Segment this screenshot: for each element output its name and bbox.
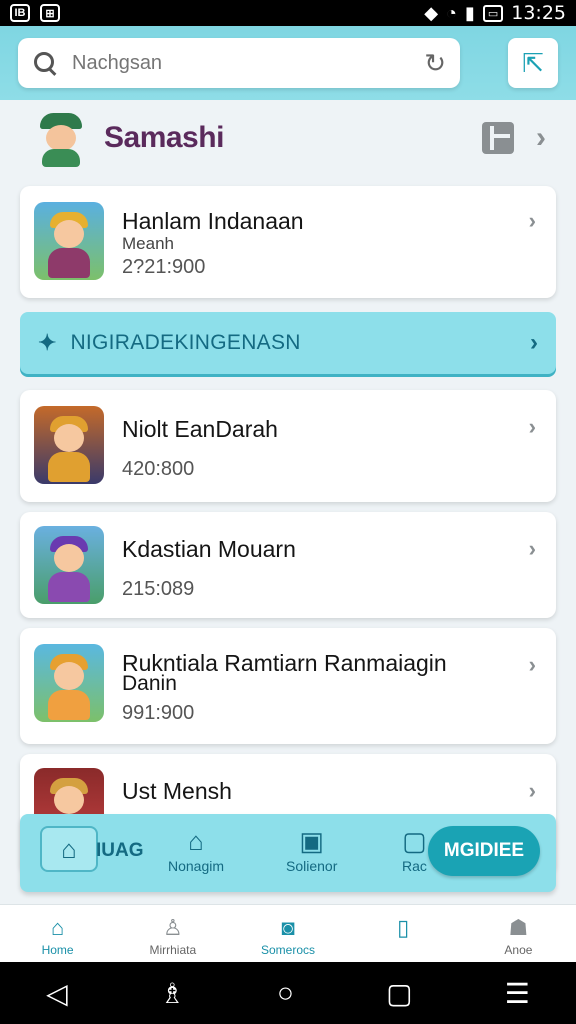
game-thumbnail <box>34 526 104 604</box>
list-item[interactable]: Niolt EanDarah 420:800 › <box>20 390 556 502</box>
nav-book[interactable]: ▯ <box>346 905 461 962</box>
wifi-icon: ◔ <box>446 2 457 23</box>
tab-label: Nonagim <box>168 858 225 874</box>
signal-icon: ▮ <box>464 2 475 23</box>
item-title: Ust Mensh <box>122 778 232 804</box>
category-banner[interactable]: ✦ NIGIRADEKINGENASN › <box>20 312 556 374</box>
tab-solienor[interactable]: ▣ Solienor <box>286 826 337 874</box>
home-button[interactable]: ⌂ <box>40 826 98 872</box>
action-pill-button[interactable]: MGIDIEE <box>428 826 540 876</box>
clock: 13:25 <box>511 2 566 24</box>
profile-name: Samashi <box>104 121 224 154</box>
nav-label: Mirrhiata <box>149 943 197 957</box>
list-view-icon[interactable] <box>482 122 514 154</box>
game-thumbnail <box>34 644 104 722</box>
avatar <box>36 109 86 167</box>
nav-label: Home <box>41 943 74 957</box>
refresh-icon[interactable]: ↻ <box>424 48 446 79</box>
game-thumbnail <box>34 202 104 280</box>
bottom-nav: ⌂ Home ♙ Mirrhiata ◙ Somerocs ▯ ☗ Anoe <box>0 904 576 962</box>
nav-home[interactable]: ⌂ Home <box>0 905 115 962</box>
system-nav-bar: ◁ ♗ ○ ▢ ☰ <box>0 962 576 1024</box>
share-icon: ⇱ <box>522 47 544 78</box>
nav-anoe[interactable]: ☗ Anoe <box>461 905 576 962</box>
home-icon: ⌂ <box>188 826 204 856</box>
battery-icon: ▭ <box>482 4 504 22</box>
face-icon: ◙ <box>281 915 295 940</box>
home-circle-icon[interactable]: ○ <box>277 977 294 1009</box>
chevron-right-icon: › <box>528 414 536 439</box>
nav-mirrhiata[interactable]: ♙ Mirrhiata <box>115 905 230 962</box>
home-label: IUAG <box>96 840 144 861</box>
recents-icon[interactable]: ▢ <box>386 977 412 1010</box>
item-title: Niolt EanDarah <box>122 416 278 442</box>
item-number: 215:089 <box>122 578 195 600</box>
item-title: Kdastian Mouarn <box>122 536 296 562</box>
chevron-right-icon: › <box>528 778 536 803</box>
item-subtitle: Meanh <box>122 234 174 253</box>
gallery-icon: ⊞ <box>40 4 60 22</box>
chevron-right-icon: › <box>528 208 536 233</box>
tab-rac[interactable]: ▢ Rac <box>402 826 427 874</box>
list-item[interactable]: Hanlam Indanaan Meanh 2?21:900 › <box>20 186 556 298</box>
nav-label: Anoe <box>504 943 533 957</box>
tab-nonagim[interactable]: ⌂ Nonagim <box>168 826 224 874</box>
search-input[interactable] <box>72 51 392 75</box>
profile-row[interactable]: Samashi › <box>0 100 576 176</box>
banner-label: NIGIRADEKINGENASN <box>70 331 301 354</box>
tab-label: Solienor <box>286 858 338 874</box>
nav-somerocs[interactable]: ◙ Somerocs <box>230 905 345 962</box>
user-icon: ☗ <box>508 915 529 940</box>
item-number: 991:900 <box>122 702 195 724</box>
home-icon: ⌂ <box>61 833 77 864</box>
assistant-icon[interactable]: ♗ <box>160 977 185 1010</box>
notification-icon: IB <box>10 4 30 22</box>
location-icon: ◆ <box>424 2 439 23</box>
search-bar[interactable]: ↻ <box>18 38 460 88</box>
list-item[interactable]: Rukntiala Ramtiarn Ranmaiagin Danin 991:… <box>20 628 556 744</box>
floating-tab-bar: ⌂ IUAG ⌂ Nonagim ▣ Solienor ▢ Rac MGIDIE… <box>20 814 556 892</box>
nav-label: Somerocs <box>260 943 316 957</box>
share-button[interactable]: ⇱ <box>508 38 558 88</box>
chat-icon: ▣ <box>299 826 324 856</box>
game-thumbnail <box>34 406 104 484</box>
list-item[interactable]: Kdastian Mouarn 215:089 › <box>20 512 556 618</box>
box-icon: ▢ <box>402 826 427 856</box>
diamond-icon: ✦ <box>38 330 57 355</box>
tab-label: Rac <box>402 858 427 874</box>
chevron-right-icon: › <box>528 536 536 561</box>
chevron-right-icon[interactable]: › <box>536 121 546 155</box>
item-number: 420:800 <box>122 458 195 480</box>
chevron-right-icon: › <box>530 329 538 356</box>
app-header: ↻ ⇱ <box>0 26 576 100</box>
book-icon: ▯ <box>397 915 410 940</box>
person-icon: ♙ <box>162 915 183 940</box>
item-number: 2?21:900 <box>122 256 206 278</box>
home-icon: ⌂ <box>50 915 65 940</box>
status-bar: IB ⊞ ◆ ◔ ▮ ▭ 13:25 <box>0 0 576 26</box>
back-icon[interactable]: ◁ <box>46 977 68 1010</box>
search-icon <box>32 50 58 76</box>
item-title: Hanlam Indanaan <box>122 208 304 234</box>
menu-icon[interactable]: ☰ <box>505 977 530 1010</box>
item-subtitle: Danin <box>122 672 177 695</box>
chevron-right-icon: › <box>528 652 536 677</box>
